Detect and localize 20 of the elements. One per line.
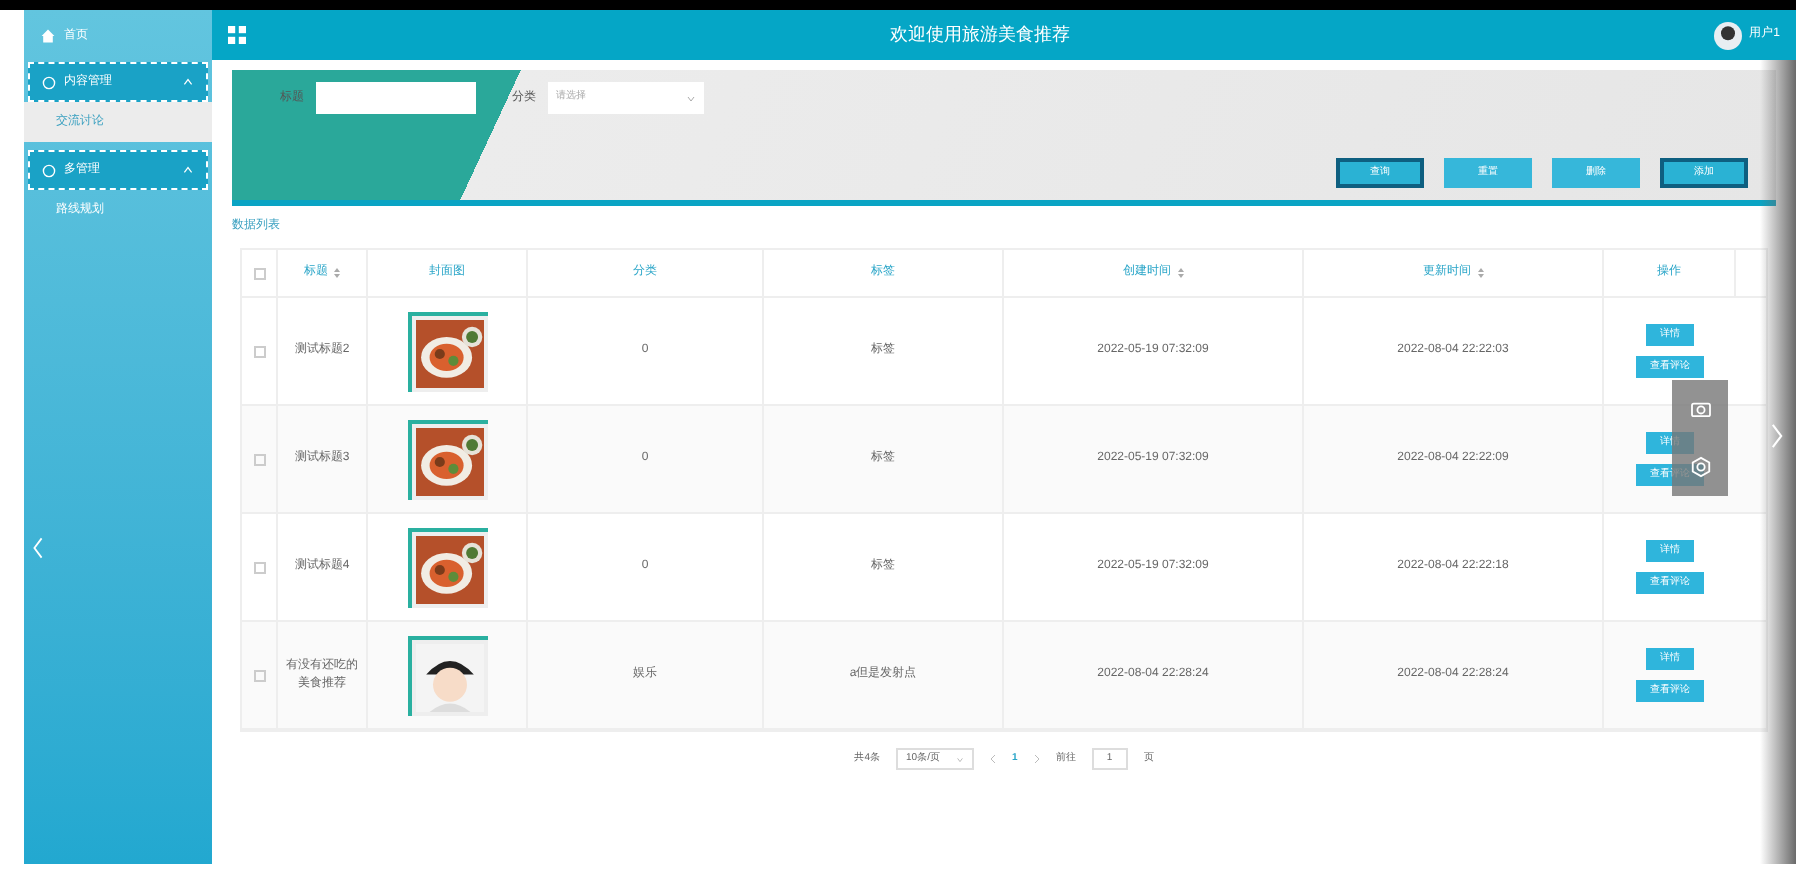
- checkbox[interactable]: [253, 669, 265, 681]
- chevron-down-icon: [955, 755, 964, 763]
- checkbox[interactable]: [253, 453, 265, 465]
- chevron-right-icon[interactable]: [1033, 754, 1040, 764]
- sort-icon: [1177, 268, 1183, 278]
- page-title: 欢迎使用旅游美食推荐: [887, 21, 1072, 48]
- chevron-icon: [182, 76, 194, 88]
- home-icon: [40, 28, 56, 44]
- chevron-left-icon[interactable]: [989, 754, 996, 764]
- title-field[interactable]: [316, 82, 476, 114]
- checkbox[interactable]: [253, 561, 265, 573]
- sort-icon: [334, 268, 340, 278]
- chevron-down-icon: [686, 93, 696, 103]
- checkbox[interactable]: [253, 267, 265, 279]
- camera-icon[interactable]: [1689, 399, 1711, 417]
- checkbox[interactable]: [253, 345, 265, 357]
- chevron-icon: [182, 164, 194, 176]
- avatar-icon: [1713, 21, 1742, 49]
- sort-icon: [1477, 268, 1483, 278]
- grid-icon[interactable]: [228, 26, 246, 44]
